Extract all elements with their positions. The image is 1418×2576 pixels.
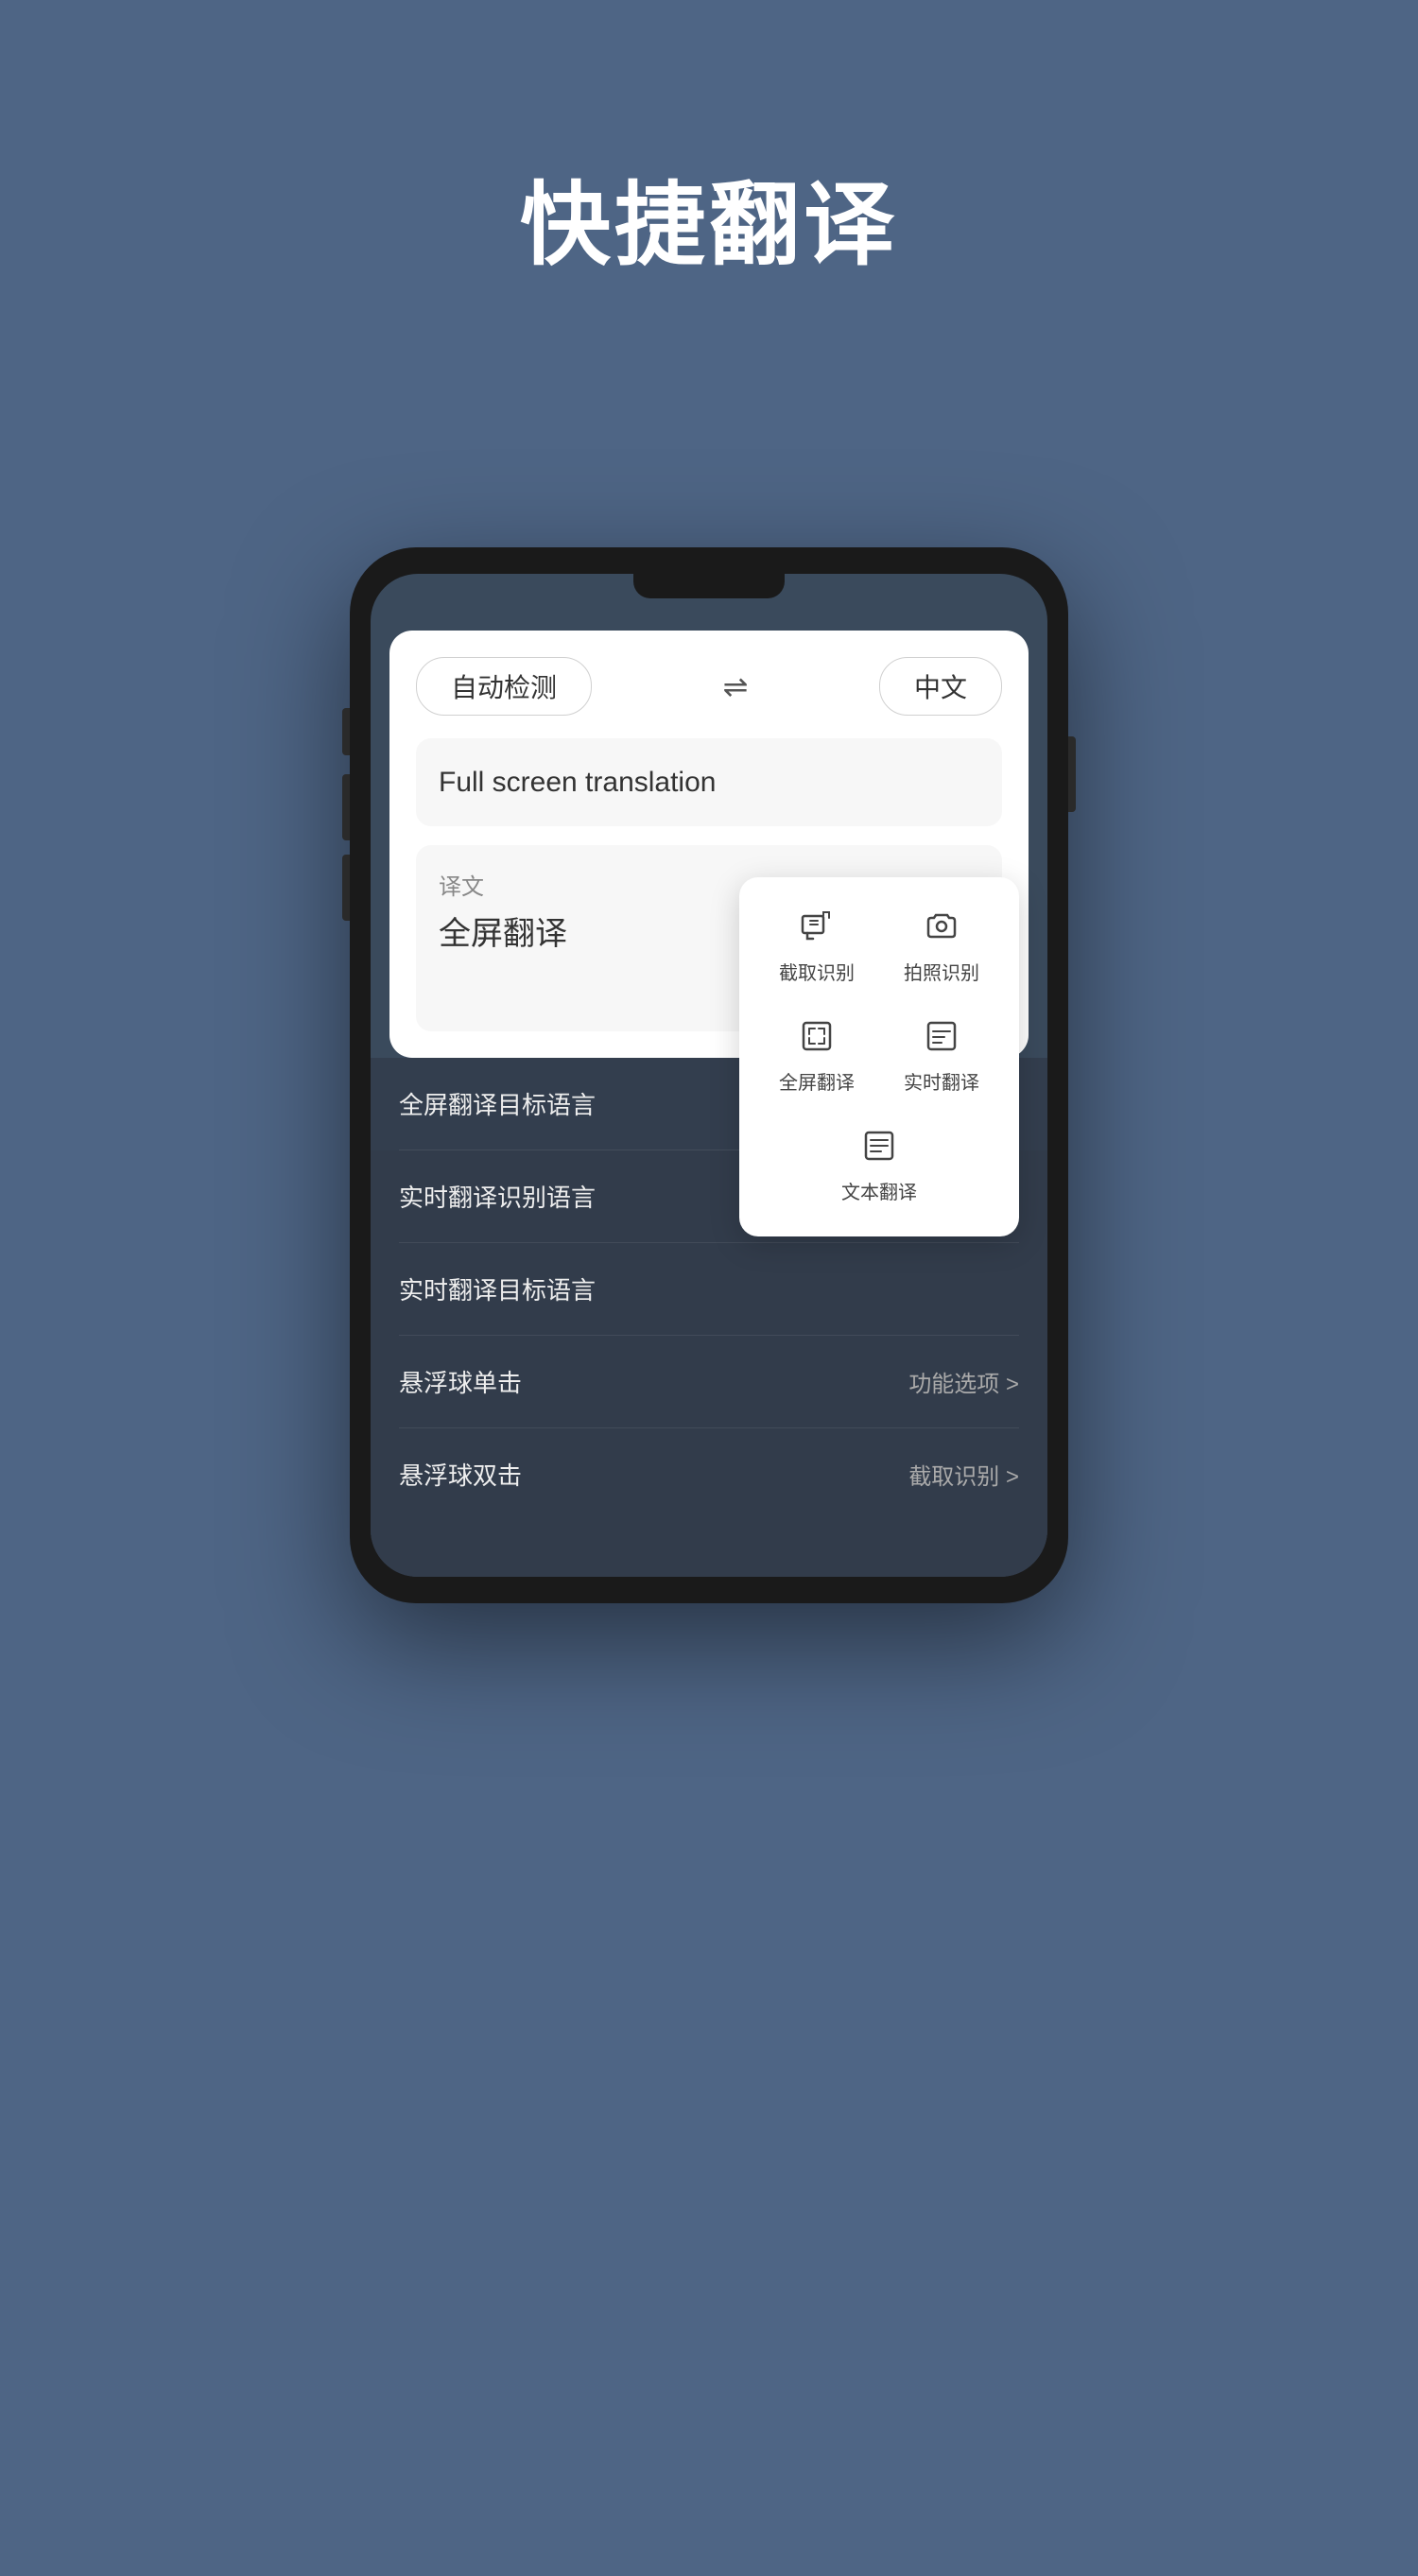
settings-label-realtime-target: 实时翻译目标语言: [399, 1271, 596, 1306]
settings-label-realtime-source: 实时翻译识别语言: [399, 1179, 596, 1214]
settings-value-float-double: 截取识别 >: [908, 1458, 1019, 1491]
popup-label-text: 文本翻译: [841, 1177, 917, 1204]
capture-icon: [800, 909, 834, 952]
popup-label-camera: 拍照识别: [904, 958, 979, 985]
fullscreen-icon: [800, 1019, 834, 1062]
realtime-icon: [925, 1019, 959, 1062]
popup-item-realtime[interactable]: 实时翻译: [887, 1006, 996, 1108]
swap-languages-icon[interactable]: ⇌: [723, 668, 749, 704]
action-popup: 截取识别 拍照识别: [739, 877, 1019, 1236]
camera-icon: [925, 909, 959, 952]
settings-item-float-single[interactable]: 悬浮球单击 功能选项 >: [399, 1336, 1019, 1428]
settings-item-float-double[interactable]: 悬浮球双击 截取识别 >: [399, 1428, 1019, 1520]
language-selector-row: 自动检测 ⇌ 中文: [416, 657, 1002, 716]
phone-btn-right: [1068, 736, 1076, 812]
phone-btn-left2: [342, 774, 350, 840]
page-title: 快捷翻译: [520, 151, 898, 283]
phone-btn-left3: [342, 855, 350, 921]
popup-label-realtime: 实时翻译: [904, 1067, 979, 1095]
popup-item-text[interactable]: 文本翻译: [824, 1115, 934, 1218]
target-language-button[interactable]: 中文: [879, 657, 1002, 716]
popup-container: 实时翻译识别语言 实时翻译目标语言 悬浮球单击 功能选项 > 悬浮球双击 截取识…: [371, 1150, 1047, 1577]
popup-label-capture: 截取识别: [779, 958, 855, 985]
settings-label-fullscreen-target: 全屏翻译目标语言: [399, 1086, 596, 1121]
settings-label-float-double: 悬浮球双击: [399, 1457, 522, 1492]
source-language-button[interactable]: 自动检测: [416, 657, 592, 716]
phone-btn-left1: [342, 708, 350, 755]
phone-screen: 自动检测 ⇌ 中文 Full screen translation 译文 全屏翻…: [371, 574, 1047, 1577]
popup-item-capture[interactable]: 截取识别: [762, 896, 872, 998]
phone-notch: [633, 574, 785, 598]
input-text: Full screen translation: [439, 761, 979, 804]
settings-item-realtime-target[interactable]: 实时翻译目标语言: [399, 1243, 1019, 1336]
popup-item-fullscreen[interactable]: 全屏翻译: [762, 1006, 872, 1108]
input-area[interactable]: Full screen translation: [416, 738, 1002, 826]
phone-shell: 自动检测 ⇌ 中文 Full screen translation 译文 全屏翻…: [350, 547, 1068, 1603]
settings-label-float-single: 悬浮球单击: [399, 1364, 522, 1399]
popup-grid: 截取识别 拍照识别: [762, 896, 996, 1218]
text-icon: [862, 1129, 896, 1171]
settings-value-float-single: 功能选项 >: [908, 1365, 1019, 1398]
popup-label-fullscreen: 全屏翻译: [779, 1067, 855, 1095]
popup-item-camera[interactable]: 拍照识别: [887, 896, 996, 998]
